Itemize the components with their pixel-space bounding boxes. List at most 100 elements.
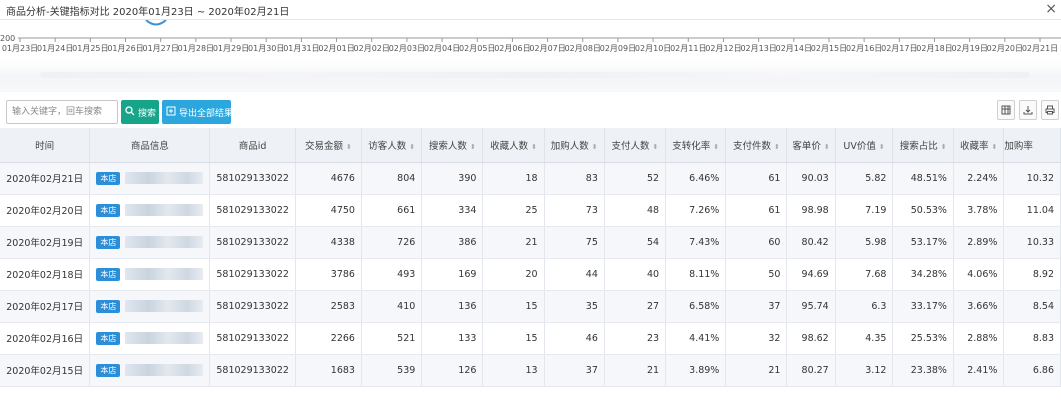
product-name-blurred[interactable] bbox=[125, 332, 204, 344]
column-header-favorites[interactable]: 收藏人数 ⬍ bbox=[482, 128, 545, 163]
cell-visitors: 521 bbox=[361, 322, 423, 355]
table-row[interactable]: 2020年02月17日 本店 581029133022 2583 410 136 15 35 2… bbox=[0, 290, 1061, 323]
column-header-favorite-rate[interactable]: 收藏率 ⬍ bbox=[953, 128, 1005, 163]
column-header-unit-price[interactable]: 客单价 ⬍ bbox=[786, 128, 836, 163]
column-header-search-share[interactable]: 搜索占比 ⬍ bbox=[892, 128, 954, 163]
column-header-conversion[interactable]: 支转化率 ⬍ bbox=[665, 128, 727, 163]
cell-conv: 6.58% bbox=[665, 290, 727, 323]
product-name-blurred[interactable] bbox=[125, 364, 204, 376]
table-row[interactable]: 2020年02月19日 本店 581029133022 4338 726 386 21 75 5… bbox=[0, 226, 1061, 259]
column-header-product-info[interactable]: 商品信息 bbox=[89, 128, 211, 163]
cell-pay: 48 bbox=[604, 194, 667, 227]
store-badge: 本店 bbox=[96, 235, 121, 249]
product-name-blurred[interactable] bbox=[125, 204, 204, 216]
export-icon[interactable] bbox=[1019, 100, 1037, 120]
table-row[interactable]: 2020年02月15日 本店 581029133022 1683 539 126 13 37 2… bbox=[0, 354, 1061, 387]
cell-price: 95.74 bbox=[786, 290, 836, 323]
trend-chart-svg: 20001月23日01月24日01月25日01月26日01月27日01月28日0… bbox=[0, 20, 1061, 53]
product-name-blurred[interactable] bbox=[125, 268, 204, 280]
table-row[interactable]: 2020年02月16日 本店 581029133022 2266 521 133 15 46 2… bbox=[0, 322, 1061, 355]
column-header-pay-items[interactable]: 支付件数 ⬍ bbox=[725, 128, 788, 163]
product-name-blurred[interactable] bbox=[125, 236, 204, 248]
cell-uv: 6.3 bbox=[835, 290, 894, 323]
export-icon bbox=[166, 106, 176, 119]
column-header-add-cart-rate[interactable]: 加购率 bbox=[1003, 128, 1061, 163]
export-all-button[interactable]: 导出全部结果 bbox=[162, 100, 233, 124]
cell-search: 390 bbox=[421, 162, 484, 195]
x-tick-label: 02月11日 bbox=[670, 44, 706, 53]
table-row[interactable]: 2020年02月20日 本店 581029133022 4750 661 334 25 73 4… bbox=[0, 194, 1061, 227]
cell-cartrate: 8.83 bbox=[1003, 322, 1061, 355]
sort-icon: ⬍ bbox=[652, 142, 659, 151]
cell-conv: 7.43% bbox=[665, 226, 727, 259]
cell-pid: 581029133022 bbox=[209, 162, 296, 195]
cell-conv: 7.26% bbox=[665, 194, 727, 227]
cell-amount: 2266 bbox=[295, 322, 362, 355]
cell-items: 60 bbox=[725, 226, 788, 259]
y-tick-label: 200 bbox=[0, 34, 15, 43]
cell-items: 61 bbox=[725, 194, 788, 227]
column-header-add-cart[interactable]: 加购人数 ⬍ bbox=[544, 128, 605, 163]
cell-product-info: 本店 bbox=[89, 354, 211, 387]
column-header-uv-value[interactable]: UV价值 ⬍ bbox=[835, 128, 894, 163]
close-icon[interactable]: × bbox=[1045, 0, 1057, 18]
cell-share: 34.28% bbox=[892, 258, 954, 291]
blurred-legend bbox=[40, 72, 1030, 78]
cell-uv: 7.19 bbox=[835, 194, 894, 227]
columns-icon[interactable] bbox=[997, 100, 1015, 120]
cell-fav: 13 bbox=[482, 354, 545, 387]
table-row[interactable]: 2020年02月18日 本店 581029133022 3786 493 169 20 44 4… bbox=[0, 258, 1061, 291]
column-header-trade-amount[interactable]: 交易金额 ⬍ bbox=[295, 128, 362, 163]
cell-conv: 3.89% bbox=[665, 354, 727, 387]
x-tick-label: 02月01日 bbox=[318, 44, 354, 53]
x-tick-label: 02月21日 bbox=[1022, 44, 1058, 53]
product-name-blurred[interactable] bbox=[125, 300, 204, 312]
x-tick-label: 01月25日 bbox=[72, 44, 108, 53]
search-button[interactable]: 搜索 bbox=[121, 100, 159, 124]
cell-favrate: 4.06% bbox=[953, 258, 1005, 291]
cell-share: 48.51% bbox=[892, 162, 954, 195]
x-tick-label: 01月30日 bbox=[248, 44, 284, 53]
cell-pay: 27 bbox=[604, 290, 667, 323]
search-button-label: 搜索 bbox=[138, 108, 157, 119]
cell-visitors: 661 bbox=[361, 194, 423, 227]
cell-cart: 44 bbox=[544, 258, 605, 291]
cell-share: 50.53% bbox=[892, 194, 954, 227]
cell-share: 23.38% bbox=[892, 354, 954, 387]
x-tick-label: 01月23日 bbox=[2, 44, 38, 53]
cell-date: 2020年02月20日 bbox=[0, 194, 91, 227]
product-name-blurred[interactable] bbox=[125, 172, 204, 184]
cell-visitors: 804 bbox=[361, 162, 423, 195]
cell-pid: 581029133022 bbox=[209, 322, 296, 355]
x-tick-label: 01月26日 bbox=[107, 44, 143, 53]
cell-date: 2020年02月19日 bbox=[0, 226, 91, 259]
print-icon[interactable] bbox=[1041, 100, 1059, 120]
cell-uv: 7.68 bbox=[835, 258, 894, 291]
x-tick-label: 02月15日 bbox=[811, 44, 847, 53]
cell-pay: 40 bbox=[604, 258, 667, 291]
store-badge: 本店 bbox=[96, 363, 121, 377]
search-input[interactable] bbox=[6, 100, 118, 124]
store-badge: 本店 bbox=[96, 299, 121, 313]
cell-product-info: 本店 bbox=[89, 322, 211, 355]
cell-cartrate: 8.92 bbox=[1003, 258, 1061, 291]
window-title: 商品分析-关键指标对比 2020年01月23日 ~ 2020年02月21日 bbox=[6, 7, 290, 18]
cell-cart: 75 bbox=[544, 226, 605, 259]
column-header-payers[interactable]: 支付人数 ⬍ bbox=[604, 128, 667, 163]
cell-conv: 8.11% bbox=[665, 258, 727, 291]
sort-icon: ⬍ bbox=[346, 142, 352, 151]
cell-cart: 46 bbox=[544, 322, 605, 355]
column-header-visitors[interactable]: 访客人数 ⬍ bbox=[361, 128, 423, 163]
table-row[interactable]: 2020年02月21日 本店 581029133022 4676 804 390 18 83 5… bbox=[0, 162, 1061, 195]
toolbar: 搜索 导出全部结果 bbox=[0, 92, 1061, 128]
cell-date: 2020年02月18日 bbox=[0, 258, 91, 291]
x-tick-label: 02月02日 bbox=[354, 44, 390, 53]
x-tick-label: 02月06日 bbox=[494, 44, 530, 53]
sort-icon: ⬍ bbox=[531, 142, 537, 151]
cell-amount: 2583 bbox=[295, 290, 362, 323]
x-tick-label: 02月13日 bbox=[740, 44, 776, 53]
column-header-product-id[interactable]: 商品id bbox=[209, 128, 296, 163]
cell-pay: 52 bbox=[604, 162, 667, 195]
column-header-time[interactable]: 时间 bbox=[0, 128, 91, 163]
column-header-searchers[interactable]: 搜索人数 ⬍ bbox=[421, 128, 484, 163]
